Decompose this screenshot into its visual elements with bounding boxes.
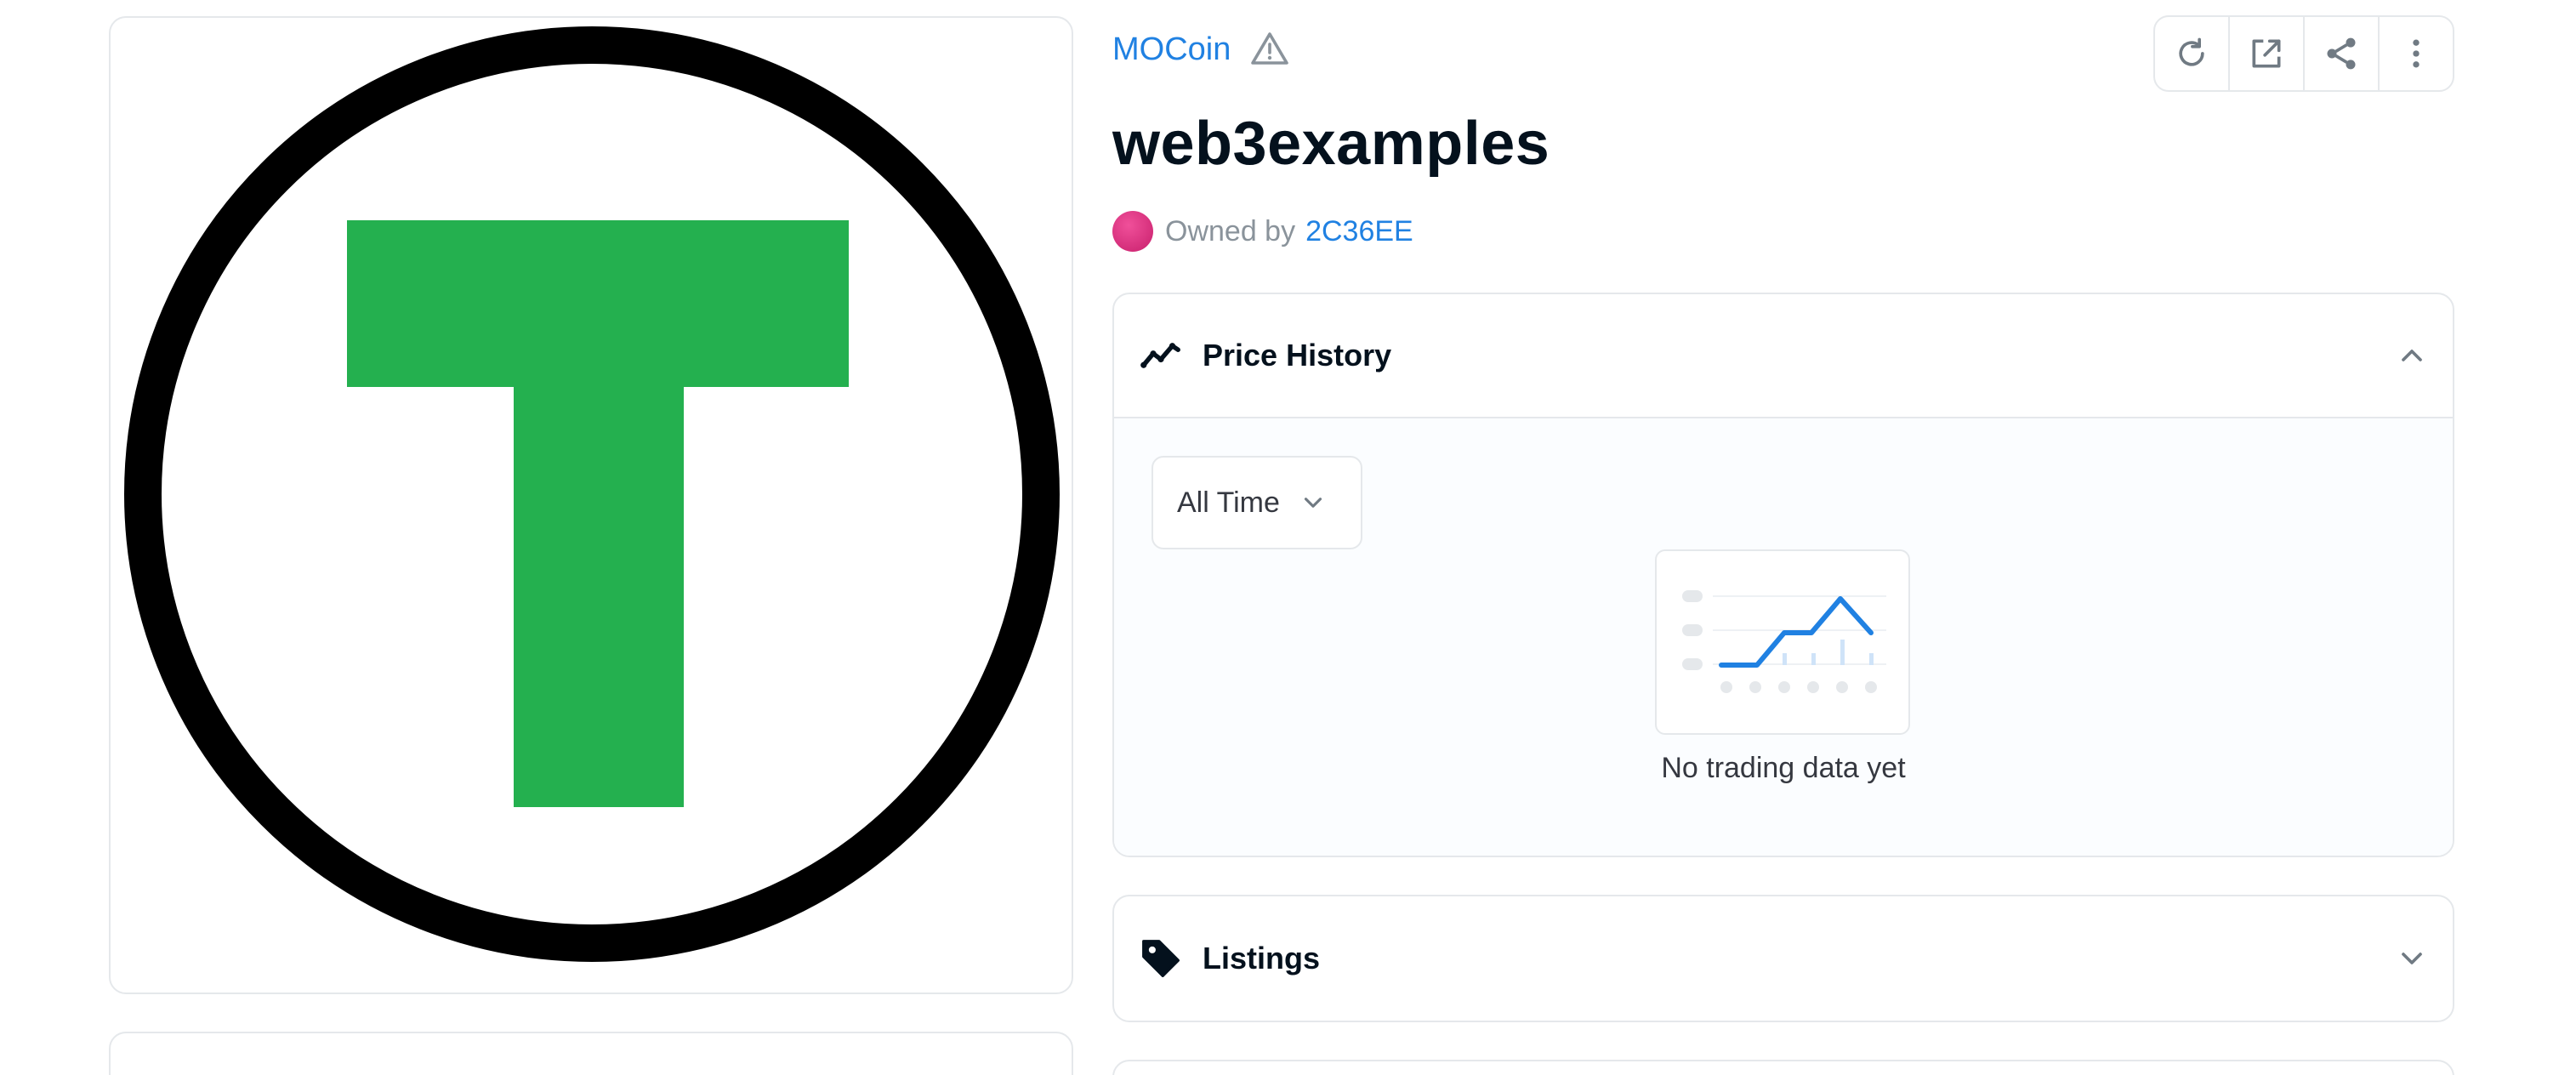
chevron-up-icon[interactable] [2395, 338, 2429, 373]
empty-chart-illustration [1655, 549, 1910, 735]
collection-row: MOCoin [1112, 29, 1290, 70]
listings-header[interactable]: Listings [1114, 896, 2453, 1021]
open-external-button[interactable] [2230, 17, 2305, 90]
refresh-icon [2179, 37, 2204, 66]
refresh-button[interactable] [2155, 17, 2230, 90]
owner-link[interactable]: 2C36EE [1305, 215, 1413, 248]
external-link-icon [2252, 39, 2281, 68]
price-history-title: Price History [1203, 338, 1392, 373]
time-range-select[interactable]: All Time [1152, 456, 1362, 549]
collection-link[interactable]: MOCoin [1112, 31, 1231, 68]
time-range-value: All Time [1177, 486, 1280, 519]
price-history-header[interactable]: Price History [1114, 294, 2453, 418]
listings-title: Listings [1203, 941, 1321, 975]
chevron-down-icon [1304, 498, 1322, 508]
listings-panel: Listings [1112, 895, 2454, 1022]
trending-line-icon [1140, 343, 1180, 368]
next-panel [1112, 1060, 2454, 1075]
chart-placeholder-icon [1682, 590, 1886, 693]
no-trading-data-text: No trading data yet [1661, 752, 1906, 784]
price-history-body: All Time No trading data yet [1114, 418, 2453, 856]
price-history-panel: Price History All Time No trading data y… [1112, 293, 2454, 857]
tag-icon [1142, 940, 1180, 977]
more-options-button[interactable] [2380, 17, 2453, 90]
more-vertical-icon [2413, 39, 2420, 68]
description-card [109, 1032, 1073, 1075]
chevron-down-icon[interactable] [2395, 941, 2429, 975]
owner-avatar[interactable] [1112, 211, 1153, 252]
owned-by-label: Owned by [1165, 214, 1296, 247]
share-icon [2327, 37, 2356, 70]
nft-image-card[interactable] [109, 16, 1073, 994]
owner-row: Owned by 2C36EE [1112, 211, 1413, 252]
nft-image [124, 26, 1060, 962]
asset-title: web3examples [1112, 110, 1550, 178]
share-button[interactable] [2305, 17, 2380, 90]
asset-actions-toolbar [2153, 15, 2454, 92]
warning-icon[interactable] [1249, 29, 1290, 70]
